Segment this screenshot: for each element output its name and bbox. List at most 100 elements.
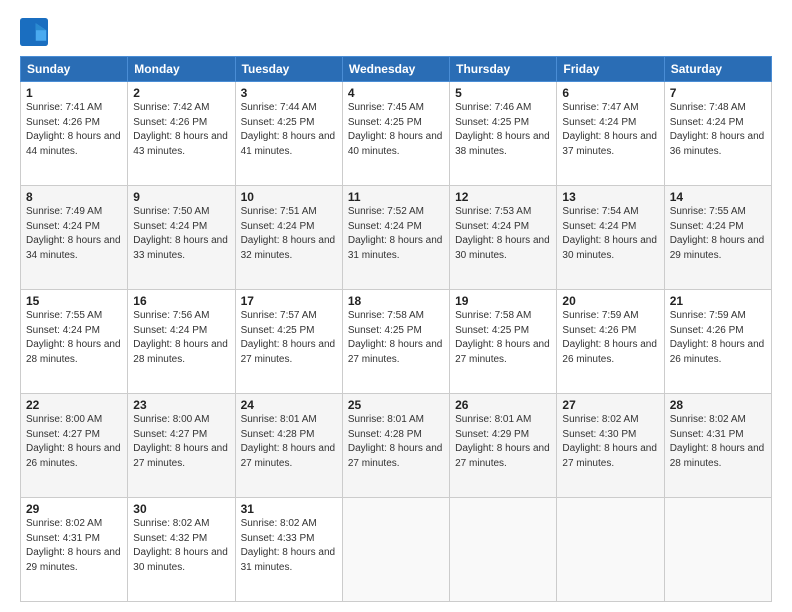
calendar-cell: 18Sunrise: 7:58 AMSunset: 4:25 PMDayligh…	[342, 290, 449, 394]
day-info: Sunrise: 7:50 AMSunset: 4:24 PMDaylight:…	[133, 205, 229, 263]
calendar-table: SundayMondayTuesdayWednesdayThursdayFrid…	[20, 56, 772, 602]
day-header-thursday: Thursday	[450, 57, 557, 82]
day-info: Sunrise: 8:02 AMSunset: 4:31 PMDaylight:…	[670, 413, 766, 471]
day-header-friday: Friday	[557, 57, 664, 82]
day-info: Sunrise: 7:59 AMSunset: 4:26 PMDaylight:…	[670, 309, 766, 367]
day-number: 15	[26, 294, 122, 308]
day-number: 21	[670, 294, 766, 308]
calendar-cell: 14Sunrise: 7:55 AMSunset: 4:24 PMDayligh…	[664, 186, 771, 290]
calendar-cell	[664, 498, 771, 602]
calendar-cell: 10Sunrise: 7:51 AMSunset: 4:24 PMDayligh…	[235, 186, 342, 290]
day-info: Sunrise: 8:01 AMSunset: 4:28 PMDaylight:…	[348, 413, 444, 471]
day-info: Sunrise: 7:57 AMSunset: 4:25 PMDaylight:…	[241, 309, 337, 367]
day-info: Sunrise: 7:54 AMSunset: 4:24 PMDaylight:…	[562, 205, 658, 263]
day-info: Sunrise: 8:00 AMSunset: 4:27 PMDaylight:…	[26, 413, 122, 471]
calendar-cell: 16Sunrise: 7:56 AMSunset: 4:24 PMDayligh…	[128, 290, 235, 394]
day-info: Sunrise: 7:44 AMSunset: 4:25 PMDaylight:…	[241, 101, 337, 159]
day-info: Sunrise: 7:48 AMSunset: 4:24 PMDaylight:…	[670, 101, 766, 159]
calendar-cell: 6Sunrise: 7:47 AMSunset: 4:24 PMDaylight…	[557, 82, 664, 186]
day-number: 30	[133, 502, 229, 516]
day-info: Sunrise: 7:42 AMSunset: 4:26 PMDaylight:…	[133, 101, 229, 159]
day-number: 13	[562, 190, 658, 204]
day-number: 3	[241, 86, 337, 100]
day-info: Sunrise: 7:59 AMSunset: 4:26 PMDaylight:…	[562, 309, 658, 367]
day-info: Sunrise: 7:46 AMSunset: 4:25 PMDaylight:…	[455, 101, 551, 159]
day-info: Sunrise: 7:51 AMSunset: 4:24 PMDaylight:…	[241, 205, 337, 263]
day-number: 7	[670, 86, 766, 100]
day-info: Sunrise: 7:56 AMSunset: 4:24 PMDaylight:…	[133, 309, 229, 367]
calendar-cell: 1Sunrise: 7:41 AMSunset: 4:26 PMDaylight…	[21, 82, 128, 186]
calendar-cell: 5Sunrise: 7:46 AMSunset: 4:25 PMDaylight…	[450, 82, 557, 186]
header	[20, 18, 772, 46]
day-number: 18	[348, 294, 444, 308]
day-info: Sunrise: 7:41 AMSunset: 4:26 PMDaylight:…	[26, 101, 122, 159]
day-number: 29	[26, 502, 122, 516]
calendar-cell: 20Sunrise: 7:59 AMSunset: 4:26 PMDayligh…	[557, 290, 664, 394]
day-number: 9	[133, 190, 229, 204]
calendar-cell: 12Sunrise: 7:53 AMSunset: 4:24 PMDayligh…	[450, 186, 557, 290]
day-header-wednesday: Wednesday	[342, 57, 449, 82]
day-header-sunday: Sunday	[21, 57, 128, 82]
calendar-cell: 25Sunrise: 8:01 AMSunset: 4:28 PMDayligh…	[342, 394, 449, 498]
day-info: Sunrise: 7:55 AMSunset: 4:24 PMDaylight:…	[670, 205, 766, 263]
calendar-header-row: SundayMondayTuesdayWednesdayThursdayFrid…	[21, 57, 772, 82]
day-info: Sunrise: 7:55 AMSunset: 4:24 PMDaylight:…	[26, 309, 122, 367]
day-number: 8	[26, 190, 122, 204]
calendar-cell: 17Sunrise: 7:57 AMSunset: 4:25 PMDayligh…	[235, 290, 342, 394]
calendar-cell: 27Sunrise: 8:02 AMSunset: 4:30 PMDayligh…	[557, 394, 664, 498]
calendar-week-row: 22Sunrise: 8:00 AMSunset: 4:27 PMDayligh…	[21, 394, 772, 498]
day-number: 12	[455, 190, 551, 204]
day-info: Sunrise: 8:01 AMSunset: 4:29 PMDaylight:…	[455, 413, 551, 471]
calendar-cell: 24Sunrise: 8:01 AMSunset: 4:28 PMDayligh…	[235, 394, 342, 498]
day-header-saturday: Saturday	[664, 57, 771, 82]
day-number: 22	[26, 398, 122, 412]
calendar-cell: 9Sunrise: 7:50 AMSunset: 4:24 PMDaylight…	[128, 186, 235, 290]
page: SundayMondayTuesdayWednesdayThursdayFrid…	[0, 0, 792, 612]
day-number: 16	[133, 294, 229, 308]
day-number: 24	[241, 398, 337, 412]
day-number: 31	[241, 502, 337, 516]
day-info: Sunrise: 8:01 AMSunset: 4:28 PMDaylight:…	[241, 413, 337, 471]
calendar-cell: 21Sunrise: 7:59 AMSunset: 4:26 PMDayligh…	[664, 290, 771, 394]
day-number: 26	[455, 398, 551, 412]
calendar-cell	[557, 498, 664, 602]
day-info: Sunrise: 8:02 AMSunset: 4:32 PMDaylight:…	[133, 517, 229, 575]
day-number: 25	[348, 398, 444, 412]
calendar-cell: 7Sunrise: 7:48 AMSunset: 4:24 PMDaylight…	[664, 82, 771, 186]
calendar-cell: 28Sunrise: 8:02 AMSunset: 4:31 PMDayligh…	[664, 394, 771, 498]
calendar-cell: 11Sunrise: 7:52 AMSunset: 4:24 PMDayligh…	[342, 186, 449, 290]
day-number: 5	[455, 86, 551, 100]
day-number: 23	[133, 398, 229, 412]
day-number: 27	[562, 398, 658, 412]
calendar-cell: 8Sunrise: 7:49 AMSunset: 4:24 PMDaylight…	[21, 186, 128, 290]
calendar-cell: 29Sunrise: 8:02 AMSunset: 4:31 PMDayligh…	[21, 498, 128, 602]
day-number: 14	[670, 190, 766, 204]
logo	[20, 18, 52, 46]
calendar-week-row: 1Sunrise: 7:41 AMSunset: 4:26 PMDaylight…	[21, 82, 772, 186]
calendar-cell: 26Sunrise: 8:01 AMSunset: 4:29 PMDayligh…	[450, 394, 557, 498]
day-info: Sunrise: 7:53 AMSunset: 4:24 PMDaylight:…	[455, 205, 551, 263]
day-number: 11	[348, 190, 444, 204]
calendar-week-row: 15Sunrise: 7:55 AMSunset: 4:24 PMDayligh…	[21, 290, 772, 394]
day-info: Sunrise: 8:02 AMSunset: 4:31 PMDaylight:…	[26, 517, 122, 575]
day-info: Sunrise: 8:02 AMSunset: 4:30 PMDaylight:…	[562, 413, 658, 471]
day-info: Sunrise: 8:02 AMSunset: 4:33 PMDaylight:…	[241, 517, 337, 575]
logo-icon	[20, 18, 48, 46]
calendar-cell	[342, 498, 449, 602]
calendar-cell	[450, 498, 557, 602]
calendar-cell: 3Sunrise: 7:44 AMSunset: 4:25 PMDaylight…	[235, 82, 342, 186]
calendar-cell: 4Sunrise: 7:45 AMSunset: 4:25 PMDaylight…	[342, 82, 449, 186]
day-number: 2	[133, 86, 229, 100]
calendar-cell: 23Sunrise: 8:00 AMSunset: 4:27 PMDayligh…	[128, 394, 235, 498]
day-info: Sunrise: 7:49 AMSunset: 4:24 PMDaylight:…	[26, 205, 122, 263]
day-info: Sunrise: 7:47 AMSunset: 4:24 PMDaylight:…	[562, 101, 658, 159]
day-info: Sunrise: 7:45 AMSunset: 4:25 PMDaylight:…	[348, 101, 444, 159]
calendar-cell: 31Sunrise: 8:02 AMSunset: 4:33 PMDayligh…	[235, 498, 342, 602]
calendar-cell: 30Sunrise: 8:02 AMSunset: 4:32 PMDayligh…	[128, 498, 235, 602]
calendar-cell: 2Sunrise: 7:42 AMSunset: 4:26 PMDaylight…	[128, 82, 235, 186]
day-number: 28	[670, 398, 766, 412]
day-header-monday: Monday	[128, 57, 235, 82]
day-info: Sunrise: 7:52 AMSunset: 4:24 PMDaylight:…	[348, 205, 444, 263]
calendar-week-row: 8Sunrise: 7:49 AMSunset: 4:24 PMDaylight…	[21, 186, 772, 290]
day-info: Sunrise: 7:58 AMSunset: 4:25 PMDaylight:…	[455, 309, 551, 367]
